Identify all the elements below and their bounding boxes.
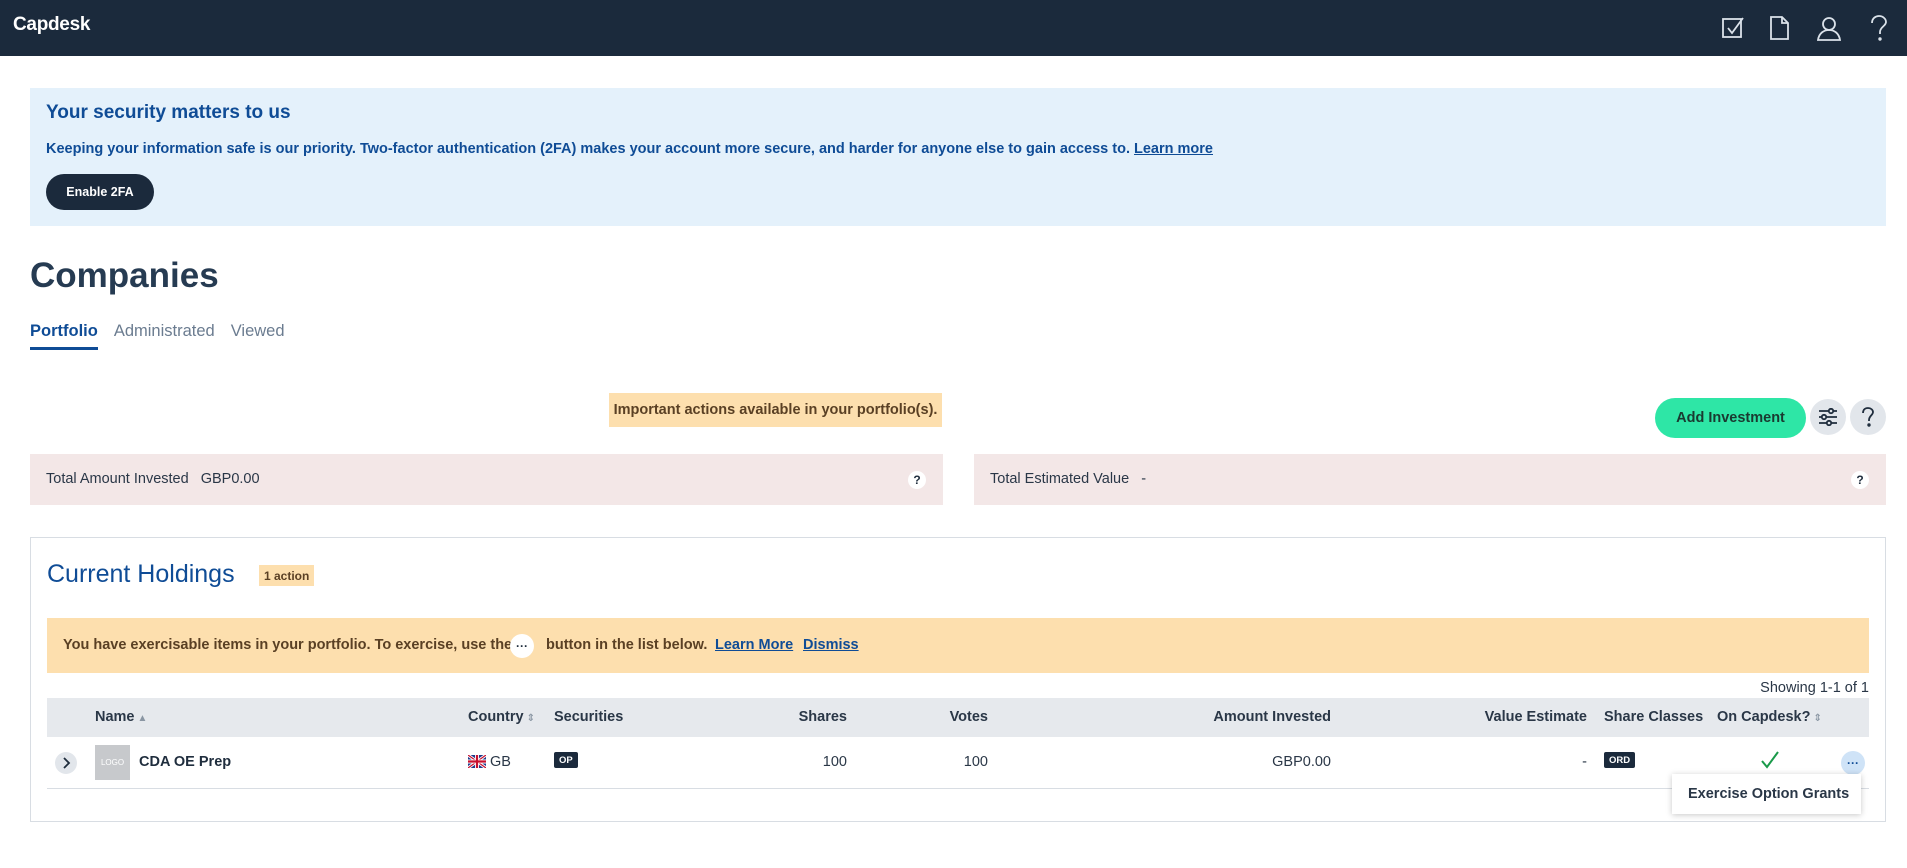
pagination-summary: Showing 1-1 of 1	[1760, 680, 1869, 696]
column-shares: Shares	[798, 709, 847, 725]
page-title: Companies	[30, 256, 219, 295]
security-type-badge: OP	[554, 752, 578, 768]
security-learn-more-link[interactable]: Learn more	[1134, 141, 1213, 157]
column-amount-invested: Amount Invested	[1213, 709, 1331, 725]
country-cell: GB	[468, 754, 511, 770]
tab-portfolio[interactable]: Portfolio	[30, 322, 98, 350]
help-icon	[1861, 407, 1875, 427]
exercise-dismiss-link[interactable]: Dismiss	[803, 637, 859, 653]
security-banner-title: Your security matters to us	[46, 102, 291, 123]
security-banner: Your security matters to us Keeping your…	[30, 88, 1886, 226]
company-tabs: Portfolio Administrated Viewed	[30, 322, 285, 352]
country-code: GB	[490, 754, 511, 770]
portfolio-help-button[interactable]	[1850, 399, 1886, 435]
company-name-link[interactable]: CDA OE Prep	[139, 754, 231, 770]
top-navigation-bar: Capdesk	[0, 0, 1907, 56]
exercise-banner-text-after: button in the list below.	[546, 637, 708, 653]
total-invested-value: GBP0.00	[200, 471, 260, 487]
important-actions-notice[interactable]: Important actions available in your port…	[609, 393, 942, 427]
exercise-banner-text: You have exercisable items in your portf…	[63, 637, 513, 653]
user-icon[interactable]	[1813, 12, 1845, 44]
row-more-options-button[interactable]: ···	[1841, 751, 1865, 775]
current-holdings-title: Current Holdings	[47, 560, 235, 588]
enable-2fa-button[interactable]: Enable 2FA	[46, 174, 154, 210]
sort-icon: ⇕	[526, 713, 535, 724]
add-investment-button[interactable]: Add Investment	[1655, 398, 1806, 438]
exercise-learn-more-link[interactable]: Learn More	[715, 637, 793, 653]
shares-cell: 100	[822, 754, 847, 770]
tasks-check-icon[interactable]	[1717, 12, 1749, 44]
sliders-icon	[1818, 408, 1838, 426]
sort-asc-icon: ▲	[137, 713, 148, 724]
expand-row-button[interactable]	[55, 752, 77, 774]
security-banner-text: Keeping your information safe is our pri…	[46, 141, 1213, 157]
company-logo: LOGO	[95, 745, 130, 780]
security-banner-message: Keeping your information safe is our pri…	[46, 141, 1130, 157]
total-invested-help-icon[interactable]: ?	[908, 471, 926, 489]
document-icon[interactable]	[1763, 12, 1795, 44]
tab-viewed[interactable]: Viewed	[231, 322, 285, 350]
value-estimate-cell: -	[1582, 754, 1587, 770]
column-share-classes: Share Classes	[1604, 709, 1704, 725]
menu-item-exercise-option-grants[interactable]: Exercise Option Grants	[1688, 786, 1849, 802]
capdesk-logo[interactable]: Capdesk	[13, 14, 90, 36]
help-icon[interactable]	[1863, 12, 1895, 44]
more-options-icon: ···	[510, 634, 534, 658]
column-country[interactable]: Country ⇕	[468, 709, 535, 725]
table-row: LOGO CDA OE Prep GB OP 100 100 GBP0.00 -…	[47, 737, 1869, 789]
filter-settings-button[interactable]	[1810, 399, 1846, 435]
exercise-banner: You have exercisable items in your portf…	[47, 618, 1869, 673]
row-options-menu: Exercise Option Grants	[1672, 774, 1861, 814]
uk-flag-icon	[468, 755, 486, 768]
amount-invested-cell: GBP0.00	[1272, 754, 1331, 770]
chevron-right-icon	[61, 757, 71, 769]
column-securities: Securities	[554, 709, 624, 725]
column-votes: Votes	[949, 709, 988, 725]
action-count-badge: 1 action	[259, 565, 315, 586]
total-invested-card: Total Amount Invested GBP0.00 ?	[30, 454, 943, 505]
total-estimated-help-icon[interactable]: ?	[1851, 471, 1869, 489]
share-class-badge: ORD	[1604, 752, 1636, 768]
current-holdings-panel: Current Holdings 1 action You have exerc…	[30, 537, 1886, 822]
total-invested-label: Total Amount Invested	[46, 471, 189, 487]
tab-administrated[interactable]: Administrated	[114, 322, 215, 350]
column-value-estimate: Value Estimate	[1484, 709, 1587, 725]
total-estimated-label: Total Estimated Value	[990, 471, 1130, 487]
sort-icon: ⇕	[1813, 713, 1822, 724]
holdings-table-header: Name ▲ Country ⇕ Securities Shares Votes A…	[47, 698, 1869, 737]
column-on-capdesk[interactable]: On Capdesk? ⇕	[1717, 709, 1822, 725]
column-name[interactable]: Name ▲	[95, 709, 147, 725]
total-estimated-card: Total Estimated Value - ?	[974, 454, 1886, 505]
check-icon	[1760, 751, 1780, 773]
votes-cell: 100	[963, 754, 988, 770]
total-estimated-value: -	[1141, 471, 1147, 487]
